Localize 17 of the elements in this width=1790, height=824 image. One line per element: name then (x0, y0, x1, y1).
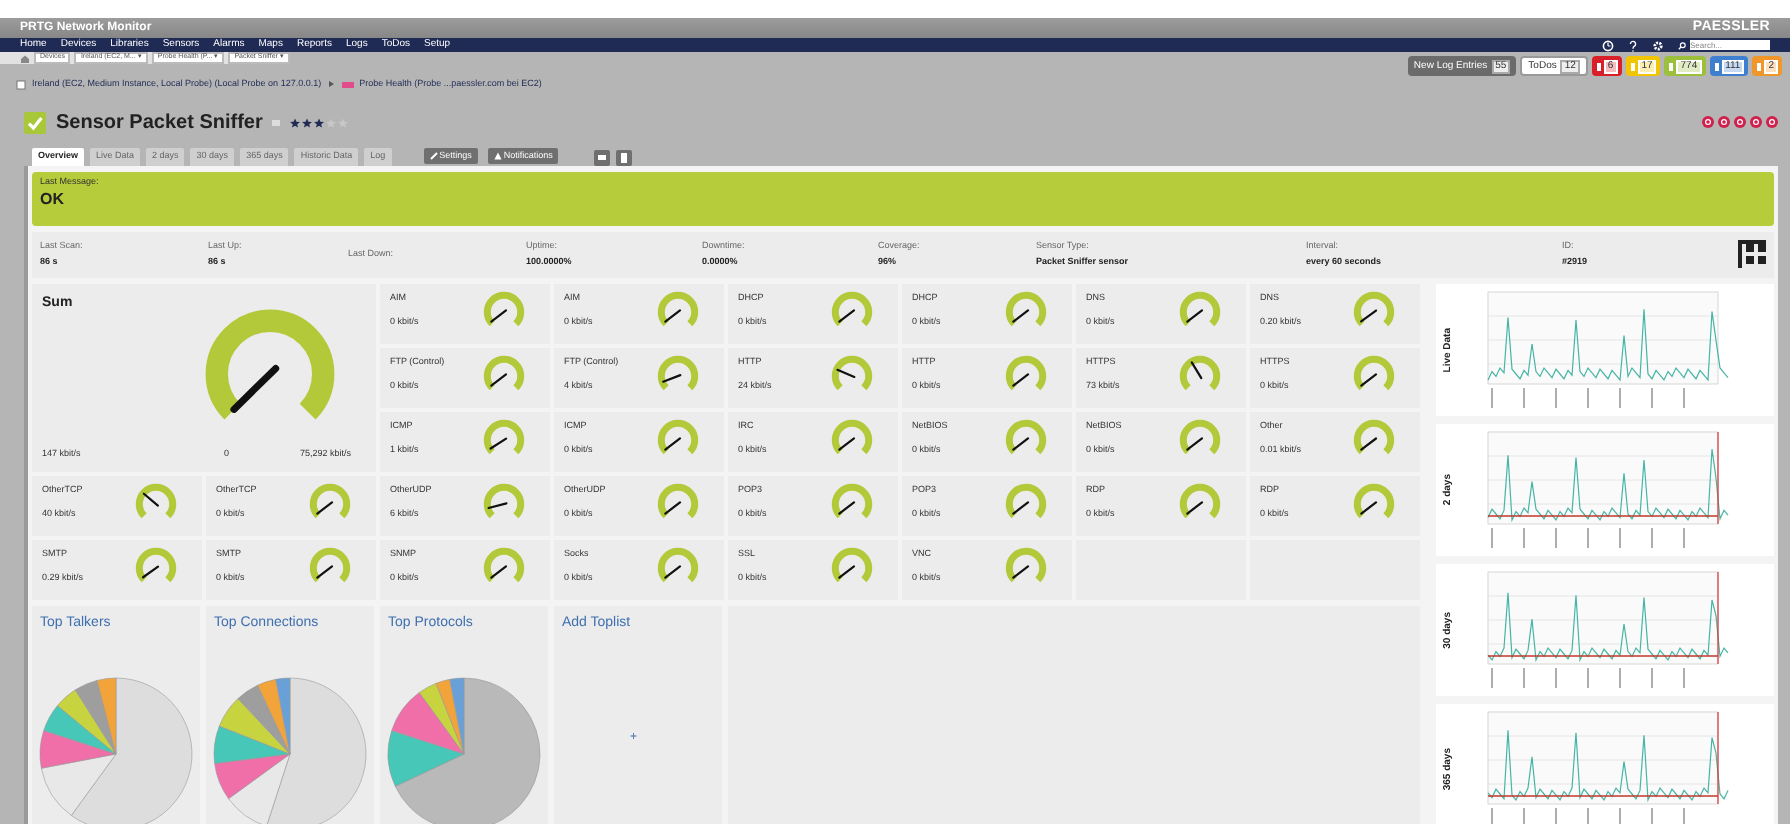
clock-icon (1602, 39, 1614, 51)
status-check-icon (24, 111, 46, 134)
message-text: OK (40, 192, 66, 209)
warning-icon (493, 151, 502, 160)
device-icon (16, 79, 26, 90)
settings-icon (1652, 39, 1664, 51)
status-icon (1629, 61, 1636, 71)
arrow-icon (327, 80, 336, 89)
search-icon (1678, 41, 1686, 49)
status-icon (1668, 61, 1675, 71)
status-icon (1595, 61, 1602, 71)
status-icon (1713, 61, 1720, 71)
help-icon (1628, 39, 1638, 51)
qr-code-icon (1738, 240, 1766, 269)
probe-icon (341, 81, 354, 88)
status-icon (1756, 61, 1763, 71)
sensor-title: Sensor Packet Sniffer (56, 109, 263, 138)
